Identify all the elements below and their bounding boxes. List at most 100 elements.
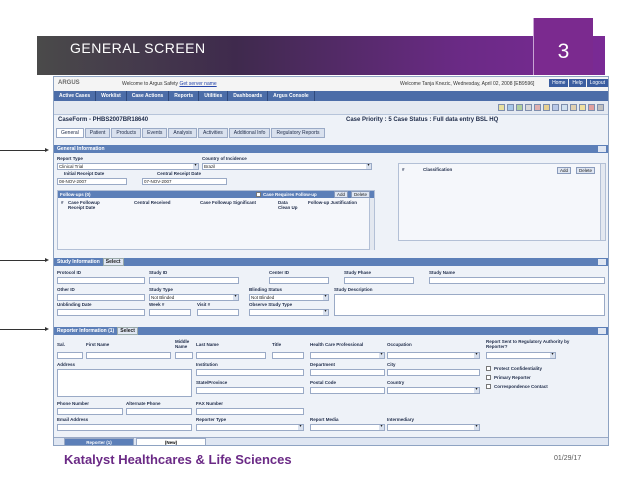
occupation-select[interactable] xyxy=(387,352,480,359)
classification-panel: # Classification Add Delete xyxy=(398,163,606,241)
study-collapse-icon[interactable] xyxy=(598,259,606,265)
study-phase-field[interactable] xyxy=(344,277,414,284)
reporter-info-header: Reporter Information (1) Select xyxy=(54,327,608,335)
study-desc-field[interactable] xyxy=(334,294,605,316)
menu-reports[interactable]: Reports xyxy=(169,91,200,101)
blinding-status-select[interactable]: Not Blinded xyxy=(249,294,329,301)
middle-name-label: Middle Name xyxy=(175,339,190,349)
reporter-country-select[interactable] xyxy=(387,387,480,394)
menu-argus-console[interactable]: Argus Console xyxy=(268,91,315,101)
followup-checkbox[interactable] xyxy=(256,192,261,197)
reporter-tabs: Reporter (1) (New) xyxy=(54,437,608,445)
logout-link[interactable]: Logout xyxy=(586,79,608,87)
tab-analysis[interactable]: Analysis xyxy=(168,128,198,138)
report-type-select[interactable]: Clinical Trial xyxy=(57,163,199,170)
menu-active-cases[interactable]: Active Cases xyxy=(54,91,97,101)
main-menu: Active Cases Worklist Case Actions Repor… xyxy=(54,91,608,101)
institution-field[interactable] xyxy=(196,369,304,376)
classification-scrollbar[interactable] xyxy=(600,164,605,240)
caseform-title: CaseForm - PHBS2007BR18640 xyxy=(58,117,149,123)
study-id-field[interactable] xyxy=(149,277,239,284)
state-field[interactable] xyxy=(196,387,304,394)
study-phase-label: Study Phase xyxy=(344,270,372,275)
study-select-button[interactable]: Select xyxy=(102,258,124,266)
tab-general[interactable]: General xyxy=(56,128,84,138)
notes-icon[interactable] xyxy=(579,104,586,111)
country-select[interactable]: Brazil xyxy=(202,163,372,170)
central-receipt-field[interactable]: 07-NOV-2007 xyxy=(142,178,227,185)
primary-reporter-checkbox[interactable] xyxy=(486,375,491,380)
argus-app-window: ARGUS Welcome to Argus Safety Get server… xyxy=(53,76,609,446)
center-id-field[interactable] xyxy=(269,277,329,284)
alt-phone-field[interactable] xyxy=(126,408,192,415)
correspondence-checkbox[interactable] xyxy=(486,384,491,389)
protocol-id-field[interactable] xyxy=(57,277,145,284)
middle-name-field[interactable] xyxy=(175,352,193,359)
protect-confidentiality-checkbox[interactable] xyxy=(486,366,491,371)
email-icon[interactable] xyxy=(561,104,568,111)
lock-icon[interactable] xyxy=(543,104,550,111)
followup-add-button[interactable]: Add xyxy=(334,191,349,198)
department-field[interactable] xyxy=(310,369,385,376)
help-link[interactable]: Help xyxy=(569,79,586,87)
first-name-field[interactable] xyxy=(86,352,171,359)
other-id-field[interactable] xyxy=(57,294,145,301)
open-icon[interactable] xyxy=(507,104,514,111)
study-type-select[interactable]: Not Blinded xyxy=(149,294,239,301)
report-sent-select[interactable] xyxy=(486,352,556,359)
observe-type-select[interactable] xyxy=(249,309,329,316)
close-case-icon[interactable] xyxy=(597,104,604,111)
city-field[interactable] xyxy=(387,369,480,376)
initial-receipt-field[interactable]: 08-NOV-2007 xyxy=(57,178,127,185)
route-icon[interactable] xyxy=(552,104,559,111)
tab-events[interactable]: Events xyxy=(142,128,168,138)
unblinding-date-field[interactable] xyxy=(57,309,145,316)
classification-delete-button[interactable]: Delete xyxy=(576,167,596,174)
phone-field[interactable] xyxy=(57,408,123,415)
study-name-field[interactable] xyxy=(429,277,605,284)
tab-activities[interactable]: Activities xyxy=(198,128,228,138)
menu-dashboards[interactable]: Dashboards xyxy=(228,91,269,101)
followup-scrollbar[interactable] xyxy=(369,198,374,250)
reporter-type-select[interactable] xyxy=(196,424,304,431)
tab-regulatory-reports[interactable]: Regulatory Reports xyxy=(271,128,325,138)
menu-worklist[interactable]: Worklist xyxy=(96,91,127,101)
tab-patient[interactable]: Patient xyxy=(84,128,111,138)
sal-field[interactable] xyxy=(57,352,83,359)
save-icon[interactable] xyxy=(516,104,523,111)
classification-add-button[interactable]: Add xyxy=(557,167,572,174)
reporter-tab-1[interactable]: Reporter (1) xyxy=(64,438,134,445)
postal-field[interactable] xyxy=(310,387,385,394)
address-field[interactable] xyxy=(57,369,192,397)
fax-field[interactable] xyxy=(196,408,304,415)
reporter-tab-new[interactable]: (New) xyxy=(136,438,206,445)
hcp-select[interactable] xyxy=(310,352,385,359)
case-status-info: Case Priority : 5 Case Status : Full dat… xyxy=(346,117,499,123)
reporter-select-button[interactable]: Select xyxy=(117,327,138,335)
user-info: Welcome Tanja Knezic, Wednesday, April 0… xyxy=(400,81,535,87)
week-field[interactable] xyxy=(149,309,191,316)
visit-field[interactable] xyxy=(197,309,239,316)
report-icon[interactable] xyxy=(534,104,541,111)
menu-case-actions[interactable]: Case Actions xyxy=(127,91,170,101)
intermediary-select[interactable] xyxy=(387,424,480,431)
menu-utilities[interactable]: Utilities xyxy=(199,91,229,101)
last-name-field[interactable] xyxy=(196,352,266,359)
correspondence-label: Correspondence Contact xyxy=(494,384,548,389)
study-desc-label: Study Description xyxy=(334,287,373,292)
unblinding-date-label: Unblinding Date xyxy=(57,302,92,307)
email-field[interactable] xyxy=(57,424,192,431)
reporter-collapse-icon[interactable] xyxy=(598,328,606,334)
title-field[interactable] xyxy=(272,352,304,359)
new-icon[interactable] xyxy=(498,104,505,111)
flag-icon[interactable] xyxy=(588,104,595,111)
home-link[interactable]: Home xyxy=(549,79,569,87)
report-media-select[interactable] xyxy=(310,424,385,431)
collapse-icon[interactable] xyxy=(598,146,606,152)
tab-additional-info[interactable]: Additional Info xyxy=(228,128,271,138)
server-name-link[interactable]: Get server name xyxy=(179,81,216,87)
print-icon[interactable] xyxy=(525,104,532,111)
attach-icon[interactable] xyxy=(570,104,577,111)
tab-products[interactable]: Products xyxy=(111,128,142,138)
followup-delete-button[interactable]: Delete xyxy=(351,191,371,198)
